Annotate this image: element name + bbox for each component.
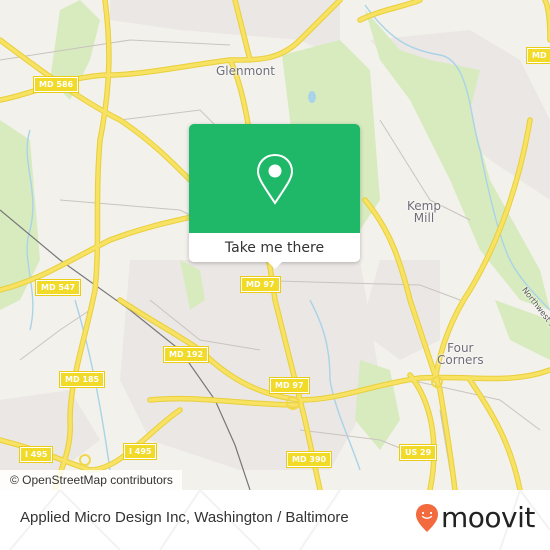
shield-md-edge: MD — [526, 47, 550, 64]
place-label-four-corners: Four Corners — [437, 342, 484, 366]
shield-md-586: MD 586 — [32, 76, 80, 93]
shield-md-547: MD 547 — [34, 279, 82, 296]
moovit-wordmark: moovit — [441, 501, 535, 534]
shield-i-495-east: I 495 — [122, 443, 158, 460]
four-corners-text: Four Corners — [437, 341, 484, 367]
place-label-glenmont: Glenmont — [216, 64, 275, 78]
moovit-logo[interactable]: moovit — [415, 503, 535, 533]
pond — [308, 91, 316, 103]
shield-md-97-south: MD 97 — [269, 377, 310, 394]
shield-i-495-west: I 495 — [18, 446, 54, 463]
place-label-kemp-mill: Kemp Mill — [407, 200, 441, 224]
popup-header[interactable] — [189, 124, 360, 233]
shield-md-192: MD 192 — [162, 346, 210, 363]
take-me-there-popup[interactable]: Take me there — [189, 124, 360, 269]
shield-md-97-north: MD 97 — [240, 276, 281, 293]
map-pin-icon — [256, 153, 293, 205]
place-title: Applied Micro Design Inc, Washington / B… — [20, 509, 349, 526]
take-me-there-button[interactable]: Take me there — [189, 233, 360, 262]
shield-us-29: US 29 — [398, 444, 438, 461]
shield-md-390: MD 390 — [285, 451, 333, 468]
moovit-smile-pin-icon — [416, 504, 438, 532]
map-attribution[interactable]: © OpenStreetMap contributors — [0, 470, 182, 490]
kemp-mill-text: Kemp Mill — [407, 199, 441, 225]
shield-md-185: MD 185 — [58, 371, 106, 388]
popup-pointer — [267, 261, 283, 269]
